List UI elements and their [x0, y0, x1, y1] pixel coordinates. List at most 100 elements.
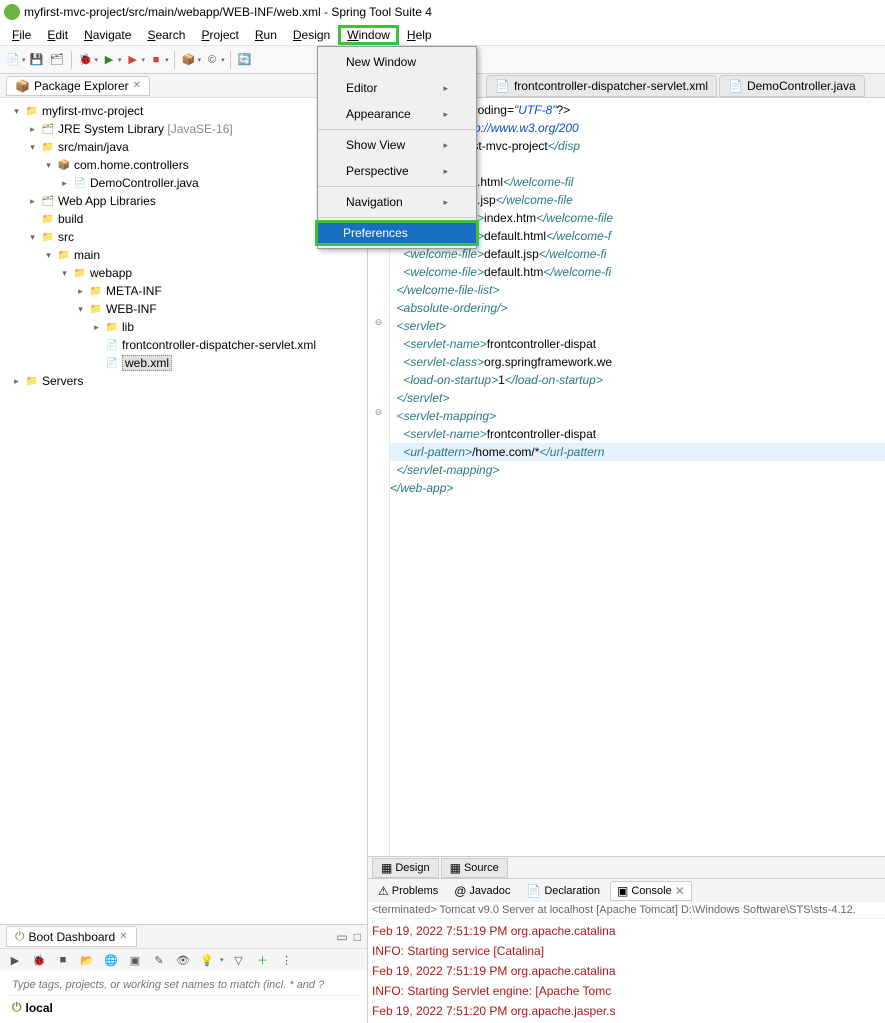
tree-item[interactable]: ▸📁lib [4, 318, 363, 336]
console-status: <terminated> Tomcat v9.0 Server at local… [368, 902, 885, 919]
saveall-icon[interactable]: 🗂 [48, 51, 66, 69]
tab-icon: ▣ [617, 884, 628, 898]
refresh-icon[interactable]: 🔄 [236, 51, 254, 69]
menu-item-show-view[interactable]: Show View [318, 132, 476, 158]
package-explorer-tree[interactable]: ▾📁myfirst-mvc-project▸🗂JRE System Librar… [0, 98, 367, 924]
tree-icon: 📄 [73, 176, 87, 190]
run-icon[interactable]: ▶ [100, 51, 118, 69]
hide-icon[interactable]: 👁 [174, 951, 192, 969]
stop-icon[interactable]: ■ [147, 51, 165, 69]
tab-source[interactable]: ▦Source [441, 858, 508, 878]
tree-label: Servers [42, 374, 83, 388]
tab-icon: ⚠ [378, 884, 389, 898]
tree-item[interactable]: ▸📁META-INF [4, 282, 363, 300]
tree-item[interactable]: 📁build [4, 210, 363, 228]
bulb-icon[interactable]: 💡 [198, 951, 216, 969]
package-explorer-tab[interactable]: 📦 Package Explorer ✕ [6, 76, 150, 96]
save-icon[interactable]: 💾 [28, 51, 46, 69]
debug-icon[interactable]: 🐞 [77, 51, 95, 69]
console-icon[interactable]: ▣ [126, 951, 144, 969]
boot-filter-input[interactable] [8, 975, 359, 996]
browser-icon[interactable]: 🌐 [102, 951, 120, 969]
bottom-view-tabs: ⚠Problems@Javadoc📄Declaration▣Console ✕ [368, 878, 885, 902]
console-body[interactable]: Feb 19, 2022 7:51:19 PM org.apache.catal… [368, 919, 885, 1023]
menu-item-appearance[interactable]: Appearance [318, 101, 476, 127]
boot-dashboard-tab[interactable]: ⏻ Boot Dashboard ✕ [6, 926, 137, 947]
close-icon[interactable]: ✕ [119, 931, 127, 942]
tree-label: Web App Libraries [58, 194, 156, 208]
tree-item[interactable]: ▾📁src [4, 228, 363, 246]
editor-tab[interactable]: 📄frontcontroller-dispatcher-servlet.xml [486, 75, 717, 97]
menu-navigate[interactable]: Navigate [76, 26, 139, 44]
menu-design[interactable]: Design [285, 26, 338, 44]
close-icon[interactable]: ✕ [133, 80, 141, 91]
tree-item[interactable]: ▾📁webapp [4, 264, 363, 282]
tree-icon: 📁 [73, 266, 87, 280]
tree-icon: 📄 [105, 356, 119, 370]
new-icon[interactable]: 📄 [4, 51, 22, 69]
close-icon[interactable]: ✕ [675, 884, 685, 898]
filter-icon[interactable]: ▽ [230, 951, 248, 969]
file-icon: 📄 [728, 79, 743, 93]
tab-javadoc[interactable]: @Javadoc [448, 882, 516, 900]
app-icon [4, 4, 20, 20]
tree-item[interactable]: ▾📁WEB-INF [4, 300, 363, 318]
menu-item-preferences[interactable]: Preferences [315, 220, 479, 246]
boot-local-item[interactable]: ⏻ local [8, 996, 359, 1019]
tree-label: WEB-INF [106, 302, 157, 316]
menu-window[interactable]: Window [338, 25, 399, 45]
menu-search[interactable]: Search [139, 26, 193, 44]
menu-project[interactable]: Project [193, 26, 246, 44]
tree-item[interactable]: ▾📦com.home.controllers [4, 156, 363, 174]
tree-item[interactable]: ▸📄DemoController.java [4, 174, 363, 192]
tab-problems[interactable]: ⚠Problems [372, 882, 444, 900]
menu-item-navigation[interactable]: Navigation [318, 189, 476, 215]
tab-icon: @ [454, 884, 466, 898]
external-icon[interactable]: ▶ [124, 51, 142, 69]
tab-declaration[interactable]: 📄Declaration [520, 882, 606, 900]
edit-icon[interactable]: ✎ [150, 951, 168, 969]
power-icon: ⏻ [15, 929, 25, 944]
tree-item[interactable]: ▾📁src/main/java [4, 138, 363, 156]
start-icon[interactable]: ▶ [6, 951, 24, 969]
menu-help[interactable]: Help [399, 26, 440, 44]
window-titlebar: myfirst-mvc-project/src/main/webapp/WEB-… [0, 0, 885, 24]
new-package-icon[interactable]: 📦 [180, 51, 198, 69]
tab-design[interactable]: ▦Design [372, 858, 439, 878]
menu-icon[interactable]: ⋮ [278, 951, 296, 969]
tab-icon: ▦ [381, 861, 392, 875]
editor-tab[interactable]: 📄DemoController.java [719, 75, 865, 97]
menu-item-perspective[interactable]: Perspective [318, 158, 476, 184]
debug-icon[interactable]: 🐞 [30, 951, 48, 969]
menu-file[interactable]: File [4, 26, 39, 44]
add-icon[interactable]: ＋ [254, 951, 272, 969]
tree-item[interactable]: ▸🗂JRE System Library [JavaSE-16] [4, 120, 363, 138]
tree-icon: 📁 [41, 212, 55, 226]
tree-item[interactable]: ▾📁main [4, 246, 363, 264]
tree-label: src/main/java [58, 140, 129, 154]
menu-item-editor[interactable]: Editor [318, 75, 476, 101]
tab-icon: ▦ [450, 861, 461, 875]
tree-item[interactable]: ▸🗂Web App Libraries [4, 192, 363, 210]
tree-label: web.xml [122, 355, 172, 371]
tree-item[interactable]: 📄frontcontroller-dispatcher-servlet.xml [4, 336, 363, 354]
tab-console[interactable]: ▣Console ✕ [610, 881, 692, 901]
tree-label: webapp [90, 266, 132, 280]
tree-label: build [58, 212, 83, 226]
minimize-icon[interactable]: ▭ [336, 930, 347, 944]
window-menu-popup[interactable]: New WindowEditorAppearance Show ViewPersp… [317, 46, 477, 249]
tree-item[interactable]: ▾📁myfirst-mvc-project [4, 102, 363, 120]
open-icon[interactable]: 📂 [78, 951, 96, 969]
tree-item[interactable]: ▸📁Servers [4, 372, 363, 390]
boot-local-label: local [26, 1001, 53, 1015]
package-explorer-header: 📦 Package Explorer ✕ ⇄ ⊡ ⋮ [0, 74, 367, 98]
menu-item-new-window[interactable]: New Window [318, 49, 476, 75]
menu-edit[interactable]: Edit [39, 26, 76, 44]
new-class-icon[interactable]: © [203, 51, 221, 69]
stop-icon[interactable]: ■ [54, 951, 72, 969]
menu-run[interactable]: Run [247, 26, 285, 44]
window-title: myfirst-mvc-project/src/main/webapp/WEB-… [24, 5, 432, 19]
tree-item[interactable]: 📄web.xml [4, 354, 363, 372]
maximize-icon[interactable]: □ [354, 930, 361, 944]
tree-label: main [74, 248, 100, 262]
